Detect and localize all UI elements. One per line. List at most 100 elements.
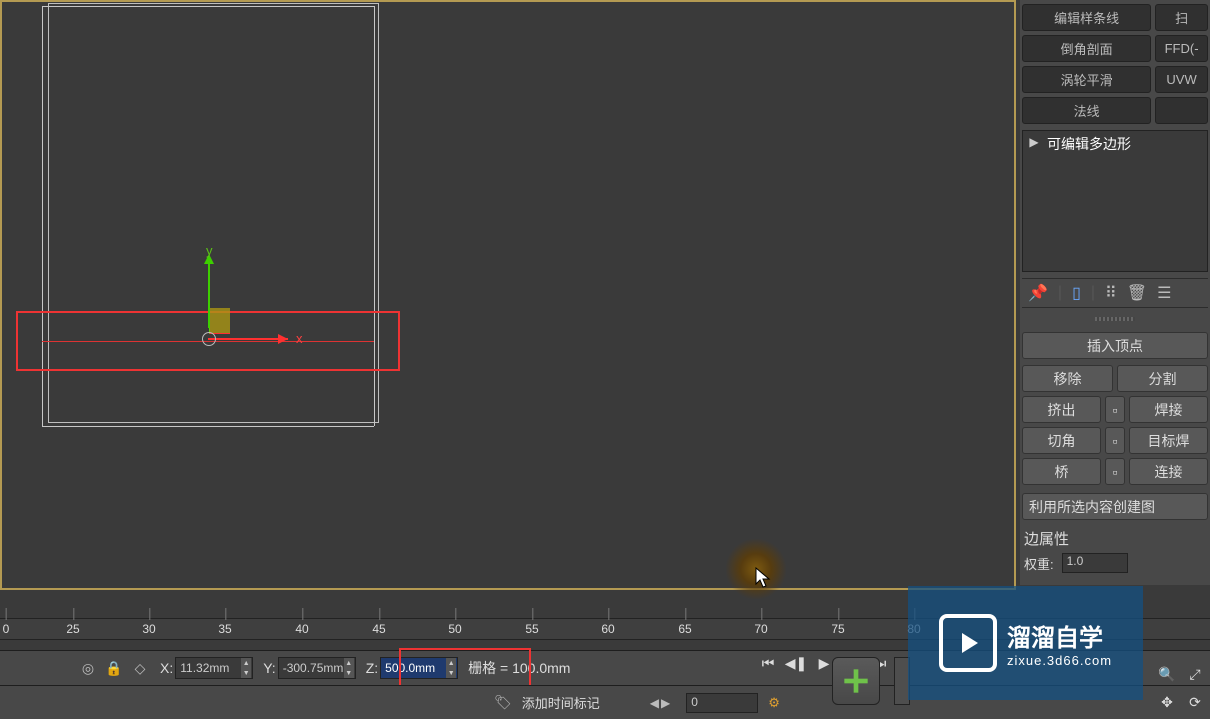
- tick-65: 65: [678, 622, 691, 636]
- rollout-grip[interactable]: [1020, 314, 1210, 324]
- modifier-empty-button[interactable]: [1155, 97, 1208, 124]
- chamfer-settings-button[interactable]: ▫: [1105, 427, 1125, 454]
- add-keyframe-button[interactable]: [832, 657, 880, 705]
- box-front-edge-bottom: [42, 426, 374, 427]
- coord-x-field[interactable]: 11.32mm ▲▼: [175, 657, 253, 679]
- tag-icon[interactable]: 🏷: [494, 694, 512, 711]
- add-time-tag-label[interactable]: 添加时间标记: [522, 693, 600, 712]
- remove-button[interactable]: 移除: [1022, 365, 1113, 392]
- weight-field[interactable]: 1.0: [1062, 553, 1128, 573]
- modifier-bevel-profile-button[interactable]: 倒角剖面: [1022, 35, 1151, 62]
- orbit-icon[interactable]: ⟳: [1184, 691, 1206, 713]
- chamfer-button[interactable]: 切角: [1022, 427, 1101, 454]
- weight-label: 权重:: [1024, 554, 1054, 573]
- play-button[interactable]: ▶: [814, 655, 834, 672]
- command-panel: 编辑样条线 扫 倒角剖面 FFD(- 涡轮平滑 UVW 法线 ▶ 可编辑多边形 …: [1020, 0, 1210, 585]
- viewport[interactable]: y x: [0, 0, 1016, 590]
- configure-icon[interactable]: ☰: [1157, 283, 1171, 303]
- time-config-icon[interactable]: ⚙: [768, 695, 780, 711]
- modifier-edit-spline-button[interactable]: 编辑样条线: [1022, 4, 1151, 31]
- box-front-edge-top: [42, 6, 374, 7]
- coord-x-label: X:: [160, 660, 173, 676]
- stack-tool-row: 📌 | ▯ | ⠿ 🗑 ☰: [1022, 278, 1208, 308]
- tick-0: 0: [3, 622, 10, 636]
- tick-30: 30: [142, 622, 155, 636]
- split-button[interactable]: 分割: [1117, 365, 1208, 392]
- gizmo-origin-icon[interactable]: [202, 332, 216, 346]
- coord-y: Y: -300.75mm ▲▼: [259, 657, 355, 679]
- modifier-sweep-button[interactable]: 扫: [1155, 4, 1208, 31]
- modifier-normal-button[interactable]: 法线: [1022, 97, 1151, 124]
- coord-x-spinner[interactable]: ▲▼: [241, 658, 251, 678]
- tick-60: 60: [601, 622, 614, 636]
- transform-type-in-icon[interactable]: ◇: [130, 658, 150, 678]
- plus-icon: [842, 667, 870, 695]
- coord-x-value: 11.32mm: [180, 661, 229, 675]
- stack-expand-icon[interactable]: ▶: [1027, 135, 1041, 149]
- gizmo-x-label: x: [296, 331, 303, 346]
- connect-button[interactable]: 连接: [1129, 458, 1208, 485]
- viewport-nav-icons: 🔍 ⤢ ✥ ⟳: [1156, 663, 1206, 713]
- coord-z: Z: 500.0mm ▲▼: [362, 657, 458, 679]
- show-end-result-icon[interactable]: ▯: [1072, 283, 1081, 303]
- gizmo-x-arrow-icon: [278, 334, 288, 344]
- tick-35: 35: [218, 622, 231, 636]
- grid-text: 栅格 = 100.0mm: [468, 658, 570, 678]
- pan-icon[interactable]: ✥: [1156, 691, 1178, 713]
- viewport-area: y x: [0, 0, 1018, 590]
- watermark-overlay: 溜溜自学 zixue.3d66.com: [908, 586, 1143, 700]
- goto-start-button[interactable]: ⏮: [758, 655, 778, 672]
- modifier-stack[interactable]: ▶ 可编辑多边形: [1022, 130, 1208, 272]
- prev-frame-button[interactable]: ◀❚: [786, 655, 806, 672]
- create-shape-from-selection-button[interactable]: 利用所选内容创建图: [1022, 493, 1208, 520]
- watermark-url: zixue.3d66.com: [1007, 653, 1112, 668]
- tick-55: 55: [525, 622, 538, 636]
- make-unique-icon[interactable]: ⠿: [1105, 283, 1117, 303]
- coord-z-label: Z:: [366, 660, 378, 676]
- tick-75: 75: [831, 622, 844, 636]
- extrude-button[interactable]: 挤出: [1022, 396, 1101, 423]
- coord-z-spinner[interactable]: ▲▼: [446, 658, 456, 678]
- tick-40: 40: [295, 622, 308, 636]
- box-back-edge-top: [48, 3, 379, 4]
- target-weld-button[interactable]: 目标焊: [1129, 427, 1208, 454]
- coord-y-label: Y:: [263, 660, 275, 676]
- coord-y-field[interactable]: -300.75mm ▲▼: [278, 657, 356, 679]
- delete-icon[interactable]: 🗑: [1127, 283, 1147, 303]
- coord-y-spinner[interactable]: ▲▼: [344, 658, 354, 678]
- zoom-icon[interactable]: 🔍: [1156, 663, 1178, 685]
- coord-x: X: 11.32mm ▲▼: [156, 657, 253, 679]
- selection-lock-icon[interactable]: ◎: [78, 658, 98, 678]
- modifier-ffd-button[interactable]: FFD(-: [1155, 35, 1208, 62]
- coord-z-value: 500.0mm: [385, 661, 435, 675]
- coord-z-field[interactable]: 500.0mm ▲▼: [380, 657, 458, 679]
- weld-button[interactable]: 焊接: [1129, 396, 1208, 423]
- insert-vertex-button[interactable]: 插入顶点: [1022, 332, 1208, 359]
- current-frame-field[interactable]: 0: [686, 693, 758, 713]
- edge-ops-grid: 移除 分割 挤出 ▫ 焊接 切角 ▫ 目标焊 桥 ▫ 连接: [1022, 365, 1208, 485]
- tick-70: 70: [754, 622, 767, 636]
- watermark-play-icon: [939, 614, 997, 672]
- gizmo-y-axis[interactable]: [208, 258, 210, 328]
- key-step-arrows[interactable]: ◀▶: [650, 696, 670, 710]
- coord-y-value: -300.75mm: [283, 661, 344, 675]
- gizmo-x-axis[interactable]: [208, 338, 288, 340]
- lock-icon[interactable]: 🔒: [104, 658, 124, 678]
- bridge-button[interactable]: 桥: [1022, 458, 1101, 485]
- gizmo-xy-plane[interactable]: [209, 308, 230, 334]
- tick-25: 25: [66, 622, 79, 636]
- bridge-settings-button[interactable]: ▫: [1105, 458, 1125, 485]
- modifier-turbosmooth-button[interactable]: 涡轮平滑: [1022, 66, 1151, 93]
- tick-45: 45: [372, 622, 385, 636]
- modifier-uvw-button[interactable]: UVW: [1155, 66, 1208, 93]
- zoom-all-icon[interactable]: ⤢: [1184, 663, 1206, 685]
- watermark-title: 溜溜自学: [1007, 618, 1112, 653]
- stack-entry-editable-poly[interactable]: 可编辑多边形: [1047, 134, 1131, 154]
- edge-properties-label: 边属性: [1024, 528, 1208, 549]
- tick-50: 50: [448, 622, 461, 636]
- extrude-settings-button[interactable]: ▫: [1105, 396, 1125, 423]
- gizmo-y-label: y: [206, 243, 213, 258]
- current-frame-value: 0: [687, 695, 698, 709]
- box-back-edge-bottom: [48, 422, 379, 423]
- pin-icon[interactable]: 📌: [1028, 283, 1048, 303]
